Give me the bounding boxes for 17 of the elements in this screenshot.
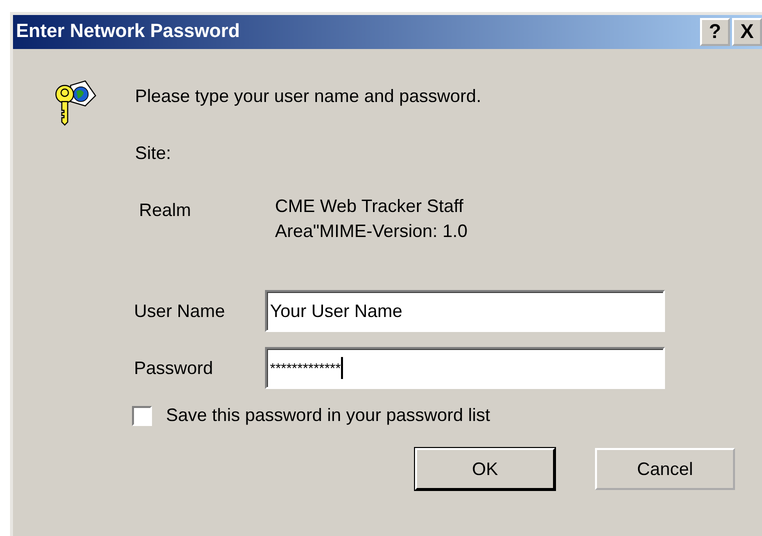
password-label: Password xyxy=(134,358,214,378)
realm-label: Realm xyxy=(139,200,192,222)
username-label: User Name xyxy=(134,300,226,322)
username-field[interactable]: Your User Name xyxy=(265,290,665,332)
ok-button[interactable]: OK xyxy=(415,448,555,490)
close-button[interactable]: X xyxy=(732,18,762,46)
prompt-text: Please type your user name and password. xyxy=(135,86,482,106)
realm-value: Area"MIME-Version: 1.0 xyxy=(275,220,468,243)
realm-value: CME Web Tracker Staff xyxy=(275,195,464,218)
save-password-checkbox[interactable] xyxy=(132,406,152,426)
password-field[interactable]: ************* xyxy=(265,347,665,389)
key-and-globe-icon xyxy=(53,79,97,127)
site-label: Site: xyxy=(135,143,172,164)
help-button[interactable]: ? xyxy=(700,18,730,46)
save-password-label: Save this password in your password list xyxy=(166,405,490,426)
window-title: Enter Network Password xyxy=(16,21,240,43)
cancel-button[interactable]: Cancel xyxy=(595,448,735,490)
